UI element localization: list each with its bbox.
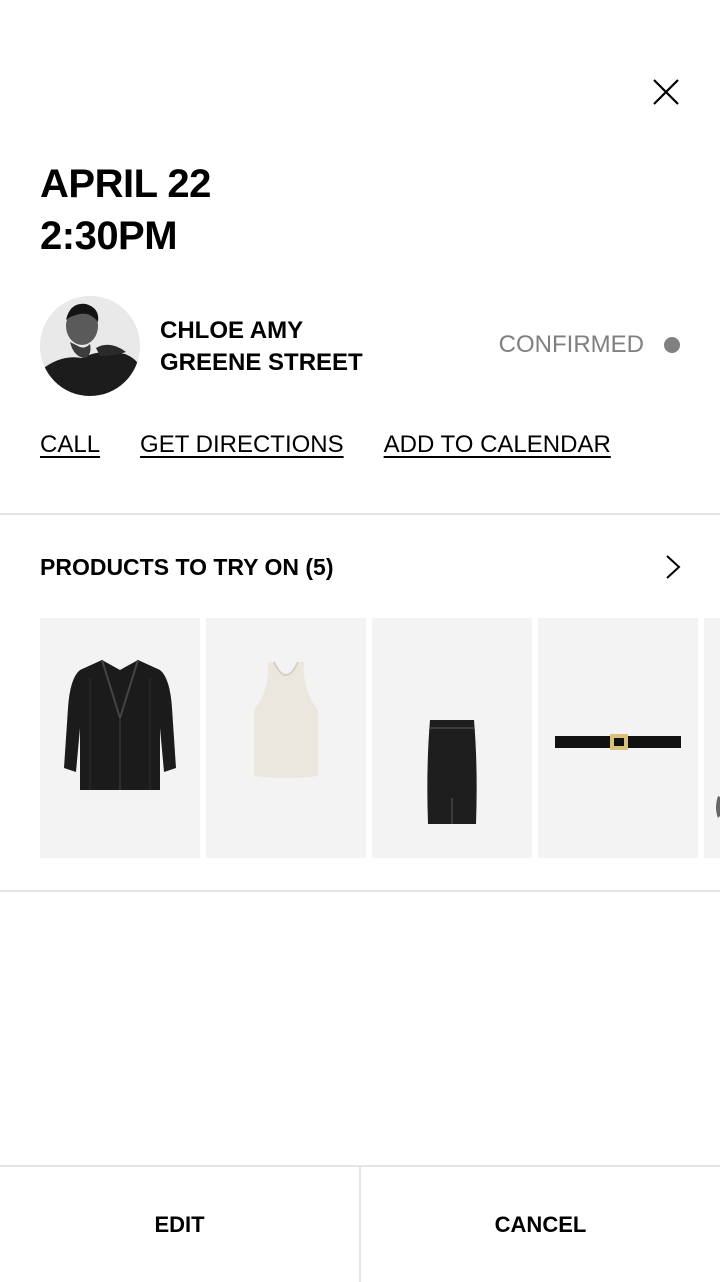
pencil-skirt-icon xyxy=(427,720,477,824)
product-card[interactable] xyxy=(372,618,532,858)
status-badge: CONFIRMED xyxy=(499,329,680,361)
get-directions-link[interactable]: GET DIRECTIONS xyxy=(140,428,344,462)
blazer-icon xyxy=(64,659,176,790)
status-dot-icon xyxy=(664,337,680,353)
action-links: CALL GET DIRECTIONS ADD TO CALENDAR xyxy=(40,428,651,462)
appointment-datetime: APRIL 22 2:30PM xyxy=(40,158,211,262)
cancel-button[interactable]: CANCEL xyxy=(361,1167,720,1282)
divider xyxy=(0,890,720,892)
product-card[interactable] xyxy=(206,618,366,858)
close-icon xyxy=(653,79,679,105)
appointment-date: APRIL 22 xyxy=(40,162,211,206)
footer-actions: EDIT CANCEL xyxy=(0,1165,720,1282)
tank-top-icon xyxy=(254,661,318,778)
product-card[interactable] xyxy=(40,618,200,858)
store-location: GREENE STREET xyxy=(160,349,363,376)
stylist-info: CHLOE AMY GREENE STREET xyxy=(160,315,363,379)
chevron-right-icon xyxy=(666,555,681,579)
add-to-calendar-link[interactable]: ADD TO CALENDAR xyxy=(384,428,611,462)
belt-icon xyxy=(555,734,681,750)
stylist-avatar xyxy=(40,296,140,396)
products-chevron-button[interactable] xyxy=(658,552,688,582)
edit-button[interactable]: EDIT xyxy=(0,1167,361,1282)
stylist-name: CHLOE AMY xyxy=(160,317,304,344)
status-label: CONFIRMED xyxy=(498,331,644,358)
divider xyxy=(0,513,720,515)
product-card[interactable] xyxy=(538,618,698,858)
products-carousel[interactable] xyxy=(40,618,720,858)
products-section-title[interactable]: PRODUCTS TO TRY ON (5) xyxy=(40,551,334,583)
product-card[interactable] xyxy=(704,618,720,858)
appointment-time: 2:30PM xyxy=(40,214,178,258)
call-link[interactable]: CALL xyxy=(40,428,100,462)
partial-product-icon xyxy=(716,796,720,818)
close-button[interactable] xyxy=(648,74,684,110)
